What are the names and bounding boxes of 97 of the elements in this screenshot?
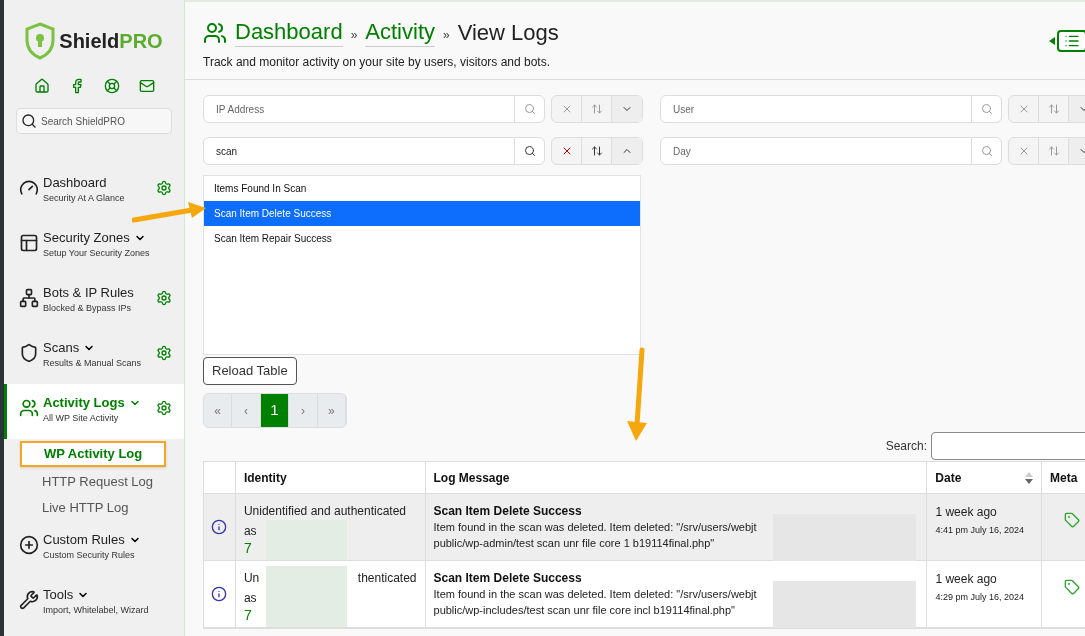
sidebar-item-title: Bots & IP Rules	[43, 284, 134, 302]
brand-name: ShieldPRO	[59, 29, 163, 54]
sidebar-item-title: Custom Rules	[43, 530, 125, 549]
submenu-item[interactable]: WP Activity Log	[20, 441, 167, 467]
toggle-button[interactable]	[612, 138, 642, 164]
settings-icon[interactable]	[156, 400, 172, 416]
list-icon	[1064, 33, 1080, 49]
search-icon[interactable]	[523, 145, 536, 157]
zones-icon	[19, 233, 39, 253]
filter-field[interactable]: scan	[203, 137, 545, 165]
sidebar-item-subtitle: All WP Site Activity	[43, 412, 120, 425]
sidebar-item-subtitle: Security At A Glance	[43, 192, 126, 205]
sidebar-item-title: Dashboard	[43, 174, 107, 192]
settings-icon[interactable]	[156, 345, 172, 361]
pagination-button[interactable]: 1	[260, 394, 290, 427]
mail-icon[interactable]	[138, 78, 155, 94]
log-title: Scan Item Delete Success	[433, 503, 583, 519]
identity-text: thenticated	[357, 570, 417, 587]
rules-icon	[19, 534, 39, 555]
pagination-button[interactable]: ›	[289, 394, 318, 427]
settings-icon[interactable]	[156, 180, 172, 196]
column-header: Log Message	[425, 462, 928, 494]
tag-icon[interactable]	[1064, 579, 1081, 595]
home-icon[interactable]	[33, 78, 50, 94]
sidebar-item-title: Security Zones	[43, 229, 130, 247]
suggestion-item[interactable]: Items Found In Scan	[204, 176, 640, 201]
sidebar-item-subtitle: Custom Security Rules	[43, 548, 136, 562]
suggestion-item[interactable]: Scan Item Delete Success	[204, 201, 640, 226]
breadcrumb-separator: »	[443, 26, 450, 44]
filter-field[interactable]: IP Address	[203, 95, 545, 123]
sort-icon[interactable]	[1025, 471, 1034, 484]
sidebar-item[interactable]: Custom Rules Custom Security Rules	[4, 520, 184, 576]
users-icon	[203, 20, 227, 45]
sidebar-item-subtitle: Setup Your Security Zones	[43, 247, 151, 260]
users-icon	[19, 398, 39, 418]
log-message: public/wp-includes/test scan unr file core incl b19114final.php"	[433, 603, 736, 618]
ip-link[interactable]: 7	[243, 607, 252, 624]
date-text: 4:29 pm July 16, 2024	[935, 591, 1025, 604]
sidebar-item-title: Tools	[43, 585, 74, 604]
sidebar-item[interactable]: Dashboard Security At A Glance	[4, 164, 184, 219]
sidebar-item-subtitle: Results & Manual Scans	[43, 357, 143, 370]
search-icon	[21, 113, 37, 129]
breadcrumb-separator: »	[350, 26, 358, 44]
table-search-field[interactable]	[931, 432, 1085, 460]
sidebar-item[interactable]: Security Zones Setup Your Security Zones	[4, 219, 184, 274]
sidebar-item-title: Scans	[43, 339, 80, 357]
identity-text: Un	[243, 570, 260, 587]
filter-field[interactable]: Day	[660, 137, 1002, 165]
sidebar-item-subtitle: Import, Whitelabel, Wizard	[43, 603, 150, 617]
settings-icon[interactable]	[156, 290, 172, 306]
identity-text: as	[243, 523, 257, 540]
pagination-button[interactable]: »	[317, 394, 346, 427]
breadcrumb-link[interactable]: Dashboard	[235, 18, 343, 47]
sidebar-item[interactable]: Bots & IP Rules Blocked & Bypass IPs	[4, 274, 184, 329]
log-message: Item found in the scan was deleted. Item deleted: "/srv/users/webjt	[433, 520, 758, 535]
page-description: Track and monitor activity on your site by users, visitors and bots.	[203, 54, 552, 71]
identity-text: Unidentified and authenticated	[243, 503, 407, 520]
submenu-item[interactable]: HTTP Request Log	[20, 470, 176, 492]
menu-toggle-button[interactable]	[1057, 30, 1085, 52]
search-label: Search:	[885, 438, 927, 455]
column-header[interactable]: Date	[927, 462, 1043, 494]
pagination-button[interactable]: «	[204, 394, 233, 427]
sidebar-item-subtitle: Blocked & Bypass IPs	[43, 302, 133, 315]
toggle-arrow-icon[interactable]	[1049, 37, 1055, 45]
suggestion-item[interactable]: Scan Item Repair Success	[204, 226, 640, 251]
sidebar-item[interactable]: Tools Import, Whitelabel, Wizard	[4, 575, 184, 631]
tools-icon	[19, 589, 39, 610]
breadcrumb-link[interactable]: Activity	[365, 18, 435, 47]
log-message: Item found in the scan was deleted. Item deleted: "/srv/users/webjt	[433, 587, 758, 602]
gauge-icon	[19, 178, 39, 198]
table-row[interactable]	[204, 494, 1085, 561]
shield-icon	[19, 343, 39, 363]
page-title: View Logs	[457, 18, 559, 47]
tag-icon[interactable]	[1064, 512, 1081, 528]
search-field[interactable]: Search ShieldPRO	[16, 108, 172, 134]
submenu-item[interactable]: Live HTTP Log	[20, 496, 151, 518]
toggle-button[interactable]	[612, 96, 642, 122]
log-message: public/wp-admin/test scan unr file core 1 b19114final.php"	[433, 536, 716, 551]
shield-logo-icon	[25, 22, 56, 60]
lifebuoy-icon[interactable]	[103, 78, 120, 94]
ip-link[interactable]: 7	[243, 540, 252, 557]
reload-table-button[interactable]: Reload Table	[203, 357, 297, 385]
network-icon	[19, 288, 39, 308]
column-header: Identity	[235, 462, 426, 494]
filter-field[interactable]: User	[660, 95, 1002, 123]
info-icon[interactable]	[211, 519, 228, 535]
sidebar-item-title: Activity Logs	[43, 394, 125, 412]
info-icon[interactable]	[211, 586, 228, 602]
pagination-button[interactable]: ‹	[232, 394, 261, 427]
identity-text: as	[243, 590, 257, 607]
sidebar-item[interactable]: Activity Logs All WP Site Activity	[4, 384, 184, 439]
sidebar-item[interactable]: Scans Results & Manual Scans	[4, 329, 184, 384]
relative-date: 1 week ago	[935, 571, 998, 588]
table-row[interactable]	[204, 561, 1085, 628]
log-title: Scan Item Delete Success	[433, 570, 583, 586]
relative-date: 1 week ago	[935, 504, 998, 521]
date-text: 4:41 pm July 16, 2024	[935, 524, 1025, 537]
